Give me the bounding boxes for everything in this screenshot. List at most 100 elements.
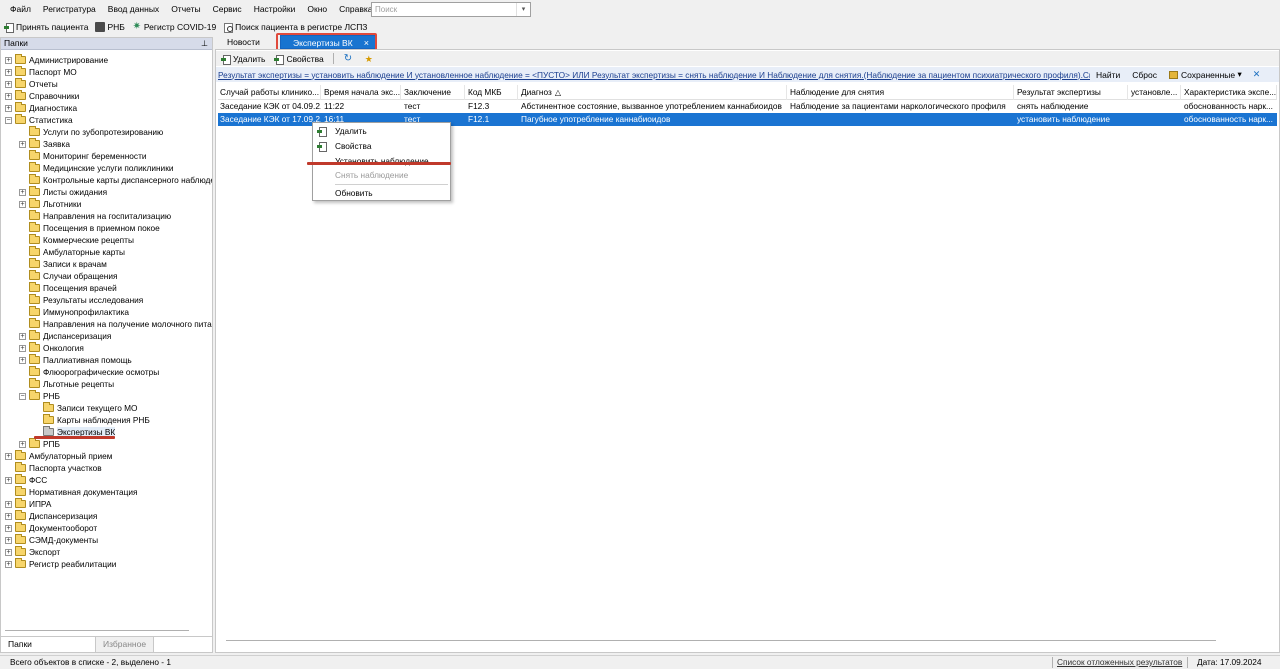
context-properties-item[interactable]: Свойства	[313, 139, 450, 153]
filter-expression-link[interactable]: Результат экспертизы = установить наблюд…	[216, 70, 1090, 80]
tree-item[interactable]: Медицинские услуги поликлиники	[19, 162, 173, 174]
tree-item[interactable]: + Отчеты	[5, 78, 58, 90]
tree-item[interactable]: + Заявка	[19, 138, 70, 150]
tree-item[interactable]: Результаты исследования	[19, 294, 143, 306]
tab-news[interactable]: Новости	[215, 35, 275, 49]
tree-item[interactable]: − Статистика	[5, 114, 73, 126]
tree-item[interactable]: Флюорографические осмотры	[19, 366, 159, 378]
tree-item[interactable]: + Амбулаторный прием	[5, 450, 112, 462]
expand-icon[interactable]: +	[5, 452, 12, 460]
tab-expertise-vk[interactable]: Экспертизы ВК ×	[280, 35, 376, 49]
close-icon[interactable]: ×	[364, 36, 369, 50]
collapse-icon[interactable]: −	[19, 392, 26, 400]
expand-icon[interactable]: +	[5, 476, 12, 484]
tree-item[interactable]: + ФСС	[5, 474, 47, 486]
tree-item[interactable]: Карты наблюдения РНБ	[33, 414, 150, 426]
reset-button[interactable]: Сброс	[1126, 70, 1163, 80]
expand-icon[interactable]: +	[19, 140, 26, 148]
context-refresh-item[interactable]: Обновить	[313, 186, 450, 200]
column-header[interactable]: установле...	[1129, 85, 1181, 100]
favorite-button[interactable]: ★	[360, 54, 381, 64]
accept-patient-button[interactable]: Принять пациента	[0, 22, 91, 33]
saved-filters-dropdown[interactable]: Сохраненные ▾	[1163, 69, 1248, 80]
tree-item[interactable]: + ИПРА	[5, 498, 51, 510]
expand-icon[interactable]: +	[19, 332, 26, 340]
expand-icon[interactable]: +	[19, 440, 26, 448]
column-header-diagnosis[interactable]: Диагноз △	[519, 85, 787, 100]
column-header[interactable]: Код МКБ	[466, 85, 518, 100]
column-header[interactable]: Результат экспертизы	[1015, 85, 1128, 100]
delete-button[interactable]: Удалить	[216, 54, 269, 65]
tree-item[interactable]: Направления на госпитализацию	[19, 210, 171, 222]
menu-window[interactable]: Окно	[301, 0, 333, 18]
tree-item[interactable]: Нормативная документация	[5, 486, 138, 498]
menu-service[interactable]: Сервис	[207, 0, 248, 18]
expand-icon[interactable]: +	[19, 200, 26, 208]
tree-item[interactable]: Амбулаторные карты	[19, 246, 125, 258]
tree-item[interactable]: Записи к врачам	[19, 258, 107, 270]
expand-icon[interactable]: +	[5, 92, 12, 100]
tree-item[interactable]: Коммерческие рецепты	[19, 234, 134, 246]
tree-item[interactable]: + Диагностика	[5, 102, 77, 114]
column-header[interactable]: Наблюдение для снятия	[788, 85, 1014, 100]
pin-icon[interactable]: ⊥	[201, 38, 208, 49]
horizontal-scrollbar[interactable]	[5, 630, 189, 634]
horizontal-scrollbar[interactable]	[226, 640, 1216, 644]
context-set-observation-item[interactable]: Установить наблюдение	[313, 154, 450, 168]
close-filter-icon[interactable]: ✕	[1248, 69, 1266, 80]
menu-file[interactable]: Файл	[0, 0, 37, 18]
tree-item[interactable]: Контрольные карты диспансерного наблюден…	[19, 174, 212, 186]
tree-item[interactable]: − РНБ	[19, 390, 60, 402]
tree-item[interactable]: Паспорта участков	[5, 462, 102, 474]
search-patient-button[interactable]: Поиск пациента в регистре ЛСПЗ	[219, 22, 370, 33]
collapse-icon[interactable]: −	[5, 116, 12, 124]
tree-item[interactable]: Посещения в приемном покое	[19, 222, 160, 234]
expand-icon[interactable]: +	[5, 104, 12, 112]
expand-icon[interactable]: +	[19, 188, 26, 196]
find-button[interactable]: Найти	[1090, 70, 1126, 80]
menu-settings[interactable]: Настройки	[248, 0, 302, 18]
menu-registry[interactable]: Регистратура	[37, 0, 102, 18]
chevron-down-icon[interactable]: ▾	[516, 3, 530, 16]
expand-icon[interactable]: +	[5, 536, 12, 544]
tree-item[interactable]: Записи текущего МО	[33, 402, 138, 414]
expand-icon[interactable]: +	[5, 560, 12, 568]
tree-item[interactable]: + Администрирование	[5, 54, 108, 66]
tree-item[interactable]: Посещения врачей	[19, 282, 117, 294]
tree-item[interactable]: Мониторинг беременности	[19, 150, 147, 162]
tree-item[interactable]: Услуги по зубопротезированию	[19, 126, 163, 138]
deferred-results-link[interactable]: Список отложенных результатов	[1057, 656, 1182, 669]
rnb-button[interactable]: РНБ	[91, 21, 127, 32]
column-header[interactable]: Заключение	[402, 85, 465, 100]
expand-icon[interactable]: +	[5, 68, 12, 76]
tree-item[interactable]: Случаи обращения	[19, 270, 118, 282]
expand-icon[interactable]: +	[5, 80, 12, 88]
column-header[interactable]: Время начала экс...	[322, 85, 401, 100]
tree-item[interactable]: + СЭМД-документы	[5, 534, 98, 546]
expand-icon[interactable]: +	[5, 512, 12, 520]
expand-icon[interactable]: +	[19, 344, 26, 352]
menu-reports[interactable]: Отчеты	[165, 0, 206, 18]
tree-item[interactable]: + Диспансеризация	[5, 510, 97, 522]
table-row[interactable]: Заседание КЭК от 04.09.2... 11:22 тест F…	[218, 100, 1277, 113]
tree-item[interactable]: + Онкология	[19, 342, 84, 354]
tree-item[interactable]: + Паспорт МО	[5, 66, 77, 78]
covid-registry-button[interactable]: ✷ Регистр COVID-19	[128, 21, 219, 32]
tree-item[interactable]: + Листы ожидания	[19, 186, 107, 198]
tree-item[interactable]: Направления на получение молочного питан…	[19, 318, 212, 330]
refresh-button[interactable]: ↻	[339, 53, 360, 64]
tab-folders[interactable]: Папки	[1, 637, 96, 652]
expand-icon[interactable]: +	[5, 524, 12, 532]
tree-item[interactable]: + Регистр реабилитации	[5, 558, 116, 570]
tree-item[interactable]: + Паллиативная помощь	[19, 354, 132, 366]
tree-item[interactable]: + Документооборот	[5, 522, 97, 534]
tree-item[interactable]: + Экспорт	[5, 546, 60, 558]
tree-item[interactable]: Льготные рецепты	[19, 378, 114, 390]
tree-item[interactable]: + Справочники	[5, 90, 79, 102]
tree-item[interactable]: + Льготники	[19, 198, 81, 210]
tree-item[interactable]: + РПБ	[19, 438, 60, 450]
context-delete-item[interactable]: Удалить	[313, 124, 450, 138]
column-header[interactable]: Случай работы клинико...	[218, 85, 321, 100]
search-input[interactable]: Поиск ▾	[371, 2, 531, 17]
expand-icon[interactable]: +	[19, 356, 26, 364]
